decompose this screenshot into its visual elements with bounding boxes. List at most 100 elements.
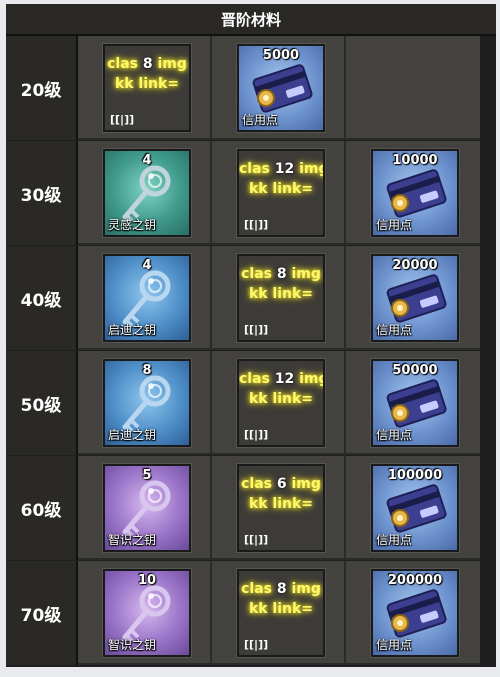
material-name: 智识之钥	[108, 533, 157, 547]
material-count: 5	[142, 468, 152, 483]
material-cell: clas 8 img kk link= [[|]]	[212, 246, 346, 350]
level-label: 60级	[6, 456, 78, 560]
table-header: 晋阶材料	[6, 4, 496, 36]
material-name: 信用点	[242, 113, 279, 127]
material-count: 8	[276, 581, 287, 597]
material-count: 100000	[387, 468, 443, 483]
table-row: 40级 4 启迪之钥 clas 8 img kk link= [[|]] 20000 信用点	[6, 246, 496, 350]
material-card[interactable]: 100000 信用点	[371, 464, 459, 552]
broken-markup-prefix: clas	[241, 581, 272, 597]
material-name: 信用点	[376, 218, 413, 232]
material-cell: clas 8 img kk link= [[|]]	[212, 561, 346, 665]
table-row: 30级 4 灵感之钥 clas 12 img kk link= [[|]] 10000 信用点	[6, 141, 496, 245]
broken-markup-link: kk link=	[248, 286, 314, 302]
material-name: 启迪之钥	[108, 428, 157, 442]
material-card[interactable]: clas 12 img kk link= [[|]]	[237, 359, 325, 447]
broken-markup-prefix: clas	[107, 56, 138, 72]
broken-markup-link: kk link=	[248, 391, 314, 407]
material-cell: 20000 信用点	[346, 246, 480, 350]
broken-markup-bracket: [[|]]	[244, 218, 269, 231]
broken-markup-text: clas 12 img	[239, 161, 323, 177]
broken-markup-text: clas 8 img	[105, 56, 189, 72]
material-count: 6	[276, 476, 287, 492]
broken-markup-prefix: clas	[241, 476, 272, 492]
material-count: 200000	[387, 573, 443, 588]
broken-markup-suffix: img	[291, 266, 321, 282]
table-row: 50级 8 启迪之钥 clas 12 img kk link= [[|]] 50000 信用点	[6, 351, 496, 455]
broken-markup-link: kk link=	[248, 601, 314, 617]
material-card[interactable]: clas 6 img kk link= [[|]]	[237, 464, 325, 552]
broken-markup-suffix: img	[299, 161, 323, 177]
material-count: 10000	[392, 153, 438, 168]
broken-markup-text: clas 6 img	[239, 476, 323, 492]
material-count: 4	[142, 153, 152, 168]
broken-markup-suffix: img	[291, 581, 321, 597]
ascension-materials-table: 晋阶材料 20级 clas 8 img kk link= [[|]] 5000 信用点 30…	[6, 4, 496, 667]
broken-markup-text: clas 8 img	[239, 581, 323, 597]
material-name: 灵感之钥	[108, 218, 157, 232]
broken-markup-suffix: img	[291, 476, 321, 492]
level-label: 50级	[6, 351, 78, 455]
material-cell: 10000 信用点	[346, 141, 480, 245]
broken-markup-link: kk link=	[114, 76, 180, 92]
broken-markup-prefix: clas	[239, 161, 270, 177]
material-count: 12	[274, 371, 295, 387]
broken-markup-bracket: [[|]]	[244, 533, 269, 546]
material-cell: 4 灵感之钥	[78, 141, 212, 245]
material-count: 50000	[392, 363, 438, 378]
material-cell: clas 6 img kk link= [[|]]	[212, 456, 346, 560]
level-label: 70级	[6, 561, 78, 665]
broken-markup-text: clas 12 img	[239, 371, 323, 387]
material-count: 20000	[392, 258, 438, 273]
material-card[interactable]: clas 8 img kk link= [[|]]	[103, 44, 191, 132]
material-count: 8	[142, 363, 152, 378]
table-row: 70级 10 智识之钥 clas 8 img kk link= [[|]] 200000 信用…	[6, 561, 496, 665]
material-cell: 200000 信用点	[346, 561, 480, 665]
broken-markup-text: clas 8 img	[239, 266, 323, 282]
broken-markup-suffix: img	[299, 371, 323, 387]
broken-markup-prefix: clas	[241, 266, 272, 282]
material-cell: 8 启迪之钥	[78, 351, 212, 455]
material-cell: 10 智识之钥	[78, 561, 212, 665]
broken-markup-bracket: [[|]]	[244, 638, 269, 651]
table-row: 60级 5 智识之钥 clas 6 img kk link= [[|]] 100000 信用点	[6, 456, 496, 560]
material-count: 12	[274, 161, 295, 177]
broken-markup-link: kk link=	[248, 181, 314, 197]
material-card[interactable]: 50000 信用点	[371, 359, 459, 447]
material-card[interactable]: 10 智识之钥	[103, 569, 191, 657]
material-card[interactable]: 200000 信用点	[371, 569, 459, 657]
table-row: 20级 clas 8 img kk link= [[|]] 5000 信用点	[6, 36, 496, 140]
material-card[interactable]: 10000 信用点	[371, 149, 459, 237]
material-count: 8	[276, 266, 287, 282]
material-cell	[346, 36, 480, 140]
broken-markup-bracket: [[|]]	[244, 428, 269, 441]
broken-markup-link: kk link=	[248, 496, 314, 512]
material-card[interactable]: clas 8 img kk link= [[|]]	[237, 254, 325, 342]
material-card[interactable]: 20000 信用点	[371, 254, 459, 342]
broken-markup-bracket: [[|]]	[110, 113, 135, 126]
material-cell: 5000 信用点	[212, 36, 346, 140]
material-cell: 4 启迪之钥	[78, 246, 212, 350]
material-card[interactable]: clas 8 img kk link= [[|]]	[237, 569, 325, 657]
material-card[interactable]: 8 启迪之钥	[103, 359, 191, 447]
material-count: 10	[137, 573, 157, 588]
material-name: 智识之钥	[108, 638, 157, 652]
material-card[interactable]: clas 12 img kk link= [[|]]	[237, 149, 325, 237]
material-card[interactable]: 5 智识之钥	[103, 464, 191, 552]
material-card[interactable]: 4 灵感之钥	[103, 149, 191, 237]
material-name: 信用点	[376, 428, 413, 442]
material-count: 4	[142, 258, 152, 273]
material-card[interactable]: 4 启迪之钥	[103, 254, 191, 342]
material-name: 信用点	[376, 323, 413, 337]
material-name: 启迪之钥	[108, 323, 157, 337]
material-cell: clas 12 img kk link= [[|]]	[212, 351, 346, 455]
material-cell: clas 8 img kk link= [[|]]	[78, 36, 212, 140]
material-card[interactable]: 5000 信用点	[237, 44, 325, 132]
material-cell: clas 12 img kk link= [[|]]	[212, 141, 346, 245]
level-label: 30级	[6, 141, 78, 245]
material-name: 信用点	[376, 638, 413, 652]
level-label: 20级	[6, 36, 78, 140]
material-cell: 100000 信用点	[346, 456, 480, 560]
material-name: 信用点	[376, 533, 413, 547]
material-cell: 5 智识之钥	[78, 456, 212, 560]
